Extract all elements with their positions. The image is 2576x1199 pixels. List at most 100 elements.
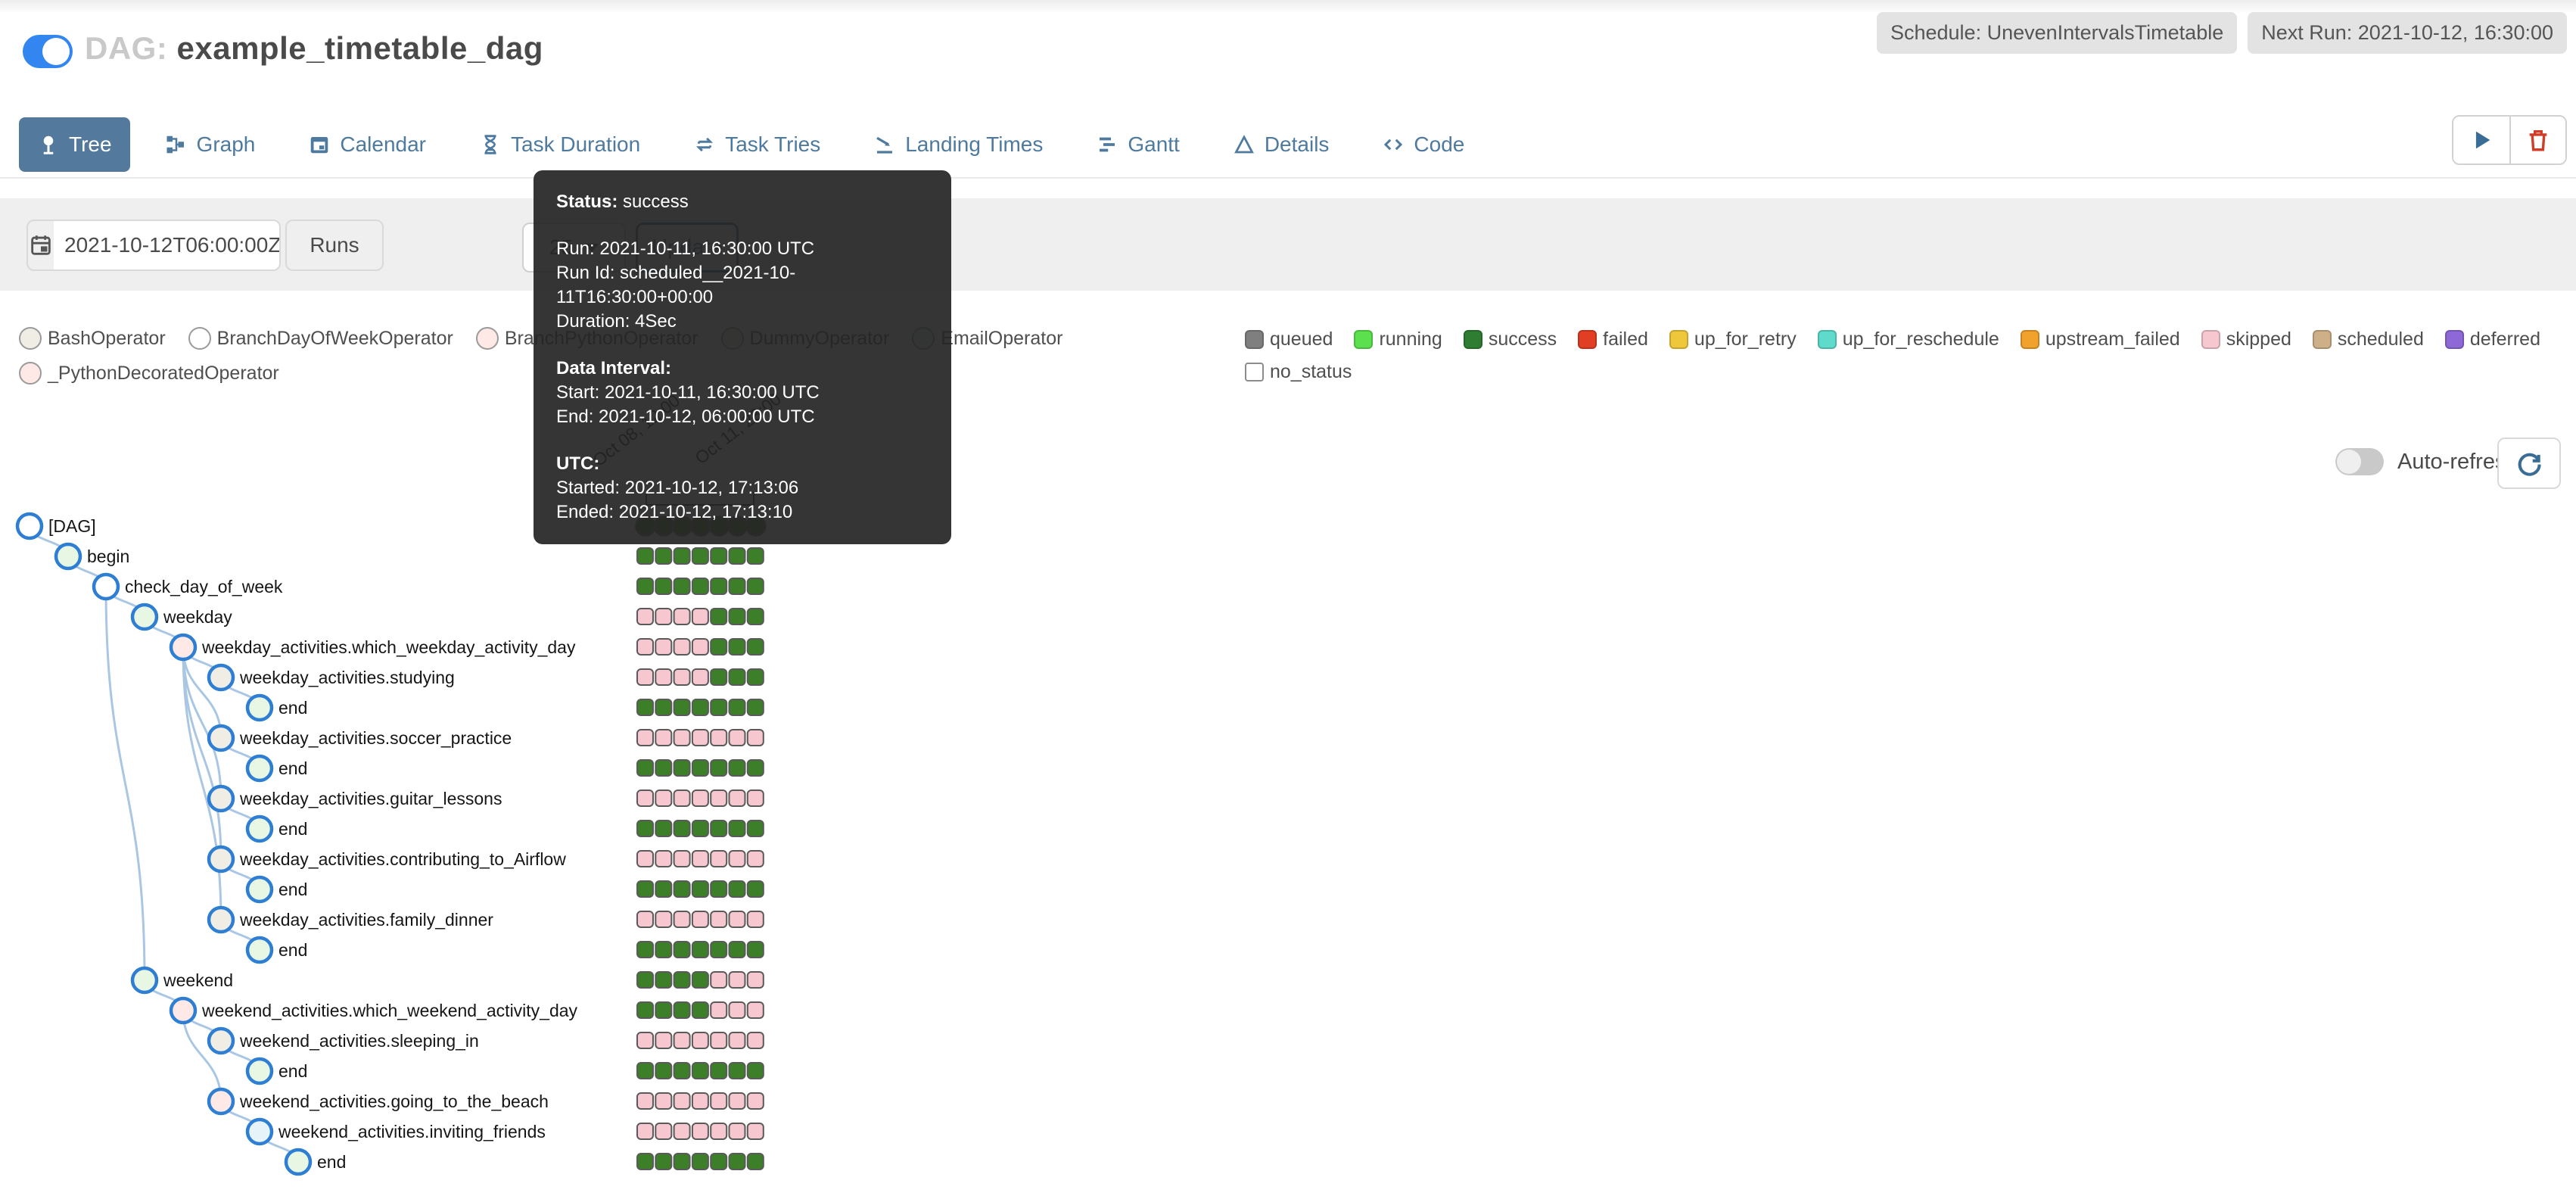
tab-tree[interactable]: Tree [19, 117, 130, 172]
tab-task-duration[interactable]: Task Duration [461, 117, 658, 172]
task-instance-square[interactable] [746, 1123, 764, 1140]
task-instance-square[interactable] [673, 971, 691, 989]
task-instance-square[interactable] [655, 1123, 673, 1140]
task-node-circle[interactable] [245, 754, 274, 783]
task-instance-square[interactable] [673, 608, 691, 625]
task-instance-square[interactable] [746, 1032, 764, 1049]
task-instance-square[interactable] [673, 699, 691, 716]
task-instance-square[interactable] [691, 1092, 709, 1110]
task-instance-square[interactable] [746, 880, 764, 898]
tab-calendar[interactable]: Calendar [290, 117, 444, 172]
task-instance-square[interactable] [655, 1001, 673, 1019]
task-instance-square[interactable] [691, 820, 709, 837]
task-instance-square[interactable] [636, 578, 654, 595]
task-node-circle[interactable] [92, 572, 120, 601]
task-instance-square[interactable] [710, 880, 728, 898]
task-label[interactable]: weekend [163, 970, 233, 990]
task-instance-square[interactable] [673, 1153, 691, 1170]
task-instance-square[interactable] [746, 608, 764, 625]
task-label[interactable]: weekday_activities.studying [239, 668, 455, 687]
task-instance-square[interactable] [710, 1001, 728, 1019]
task-instance-square[interactable] [710, 578, 728, 595]
task-node-circle[interactable] [245, 814, 274, 843]
task-instance-square[interactable] [673, 880, 691, 898]
task-label[interactable]: begin [87, 547, 129, 566]
task-instance-square[interactable] [655, 941, 673, 958]
task-instance-square[interactable] [673, 759, 691, 777]
task-label[interactable]: weekend_activities.going_to_the_beach [239, 1092, 549, 1111]
task-instance-square[interactable] [728, 1123, 746, 1140]
task-label[interactable]: weekday_activities.soccer_practice [239, 728, 512, 748]
calendar-icon[interactable] [28, 232, 54, 258]
tab-gantt[interactable]: Gantt [1078, 117, 1197, 172]
tab-graph[interactable]: Graph [147, 117, 274, 172]
task-node-circle[interactable] [207, 1087, 235, 1116]
task-instance-square[interactable] [691, 1001, 709, 1019]
task-label[interactable]: end [278, 880, 307, 899]
task-instance-square[interactable] [746, 1153, 764, 1170]
task-instance-square[interactable] [691, 608, 709, 625]
task-instance-square[interactable] [691, 789, 709, 807]
task-label[interactable]: end [278, 758, 307, 778]
task-node-circle[interactable] [207, 1026, 235, 1055]
task-instance-square[interactable] [673, 668, 691, 686]
task-instance-square[interactable] [746, 1001, 764, 1019]
task-instance-square[interactable] [728, 1062, 746, 1079]
task-label[interactable]: end [278, 1061, 307, 1081]
task-instance-square[interactable] [636, 820, 654, 837]
task-label[interactable]: [DAG] [48, 516, 96, 536]
task-instance-square[interactable] [636, 1153, 654, 1170]
task-node-circle[interactable] [245, 1057, 274, 1085]
task-instance-square[interactable] [710, 668, 728, 686]
task-instance-square[interactable] [655, 789, 673, 807]
task-instance-square[interactable] [728, 578, 746, 595]
task-instance-square[interactable] [728, 547, 746, 565]
task-instance-square[interactable] [673, 547, 691, 565]
task-instance-square[interactable] [728, 1032, 746, 1049]
task-instance-square[interactable] [728, 638, 746, 656]
task-instance-square[interactable] [673, 1092, 691, 1110]
task-instance-square[interactable] [655, 759, 673, 777]
task-node-circle[interactable] [284, 1148, 313, 1176]
task-instance-square[interactable] [655, 699, 673, 716]
task-instance-square[interactable] [746, 759, 764, 777]
task-instance-square[interactable] [691, 578, 709, 595]
task-instance-square[interactable] [673, 1123, 691, 1140]
task-instance-square[interactable] [636, 547, 654, 565]
task-instance-square[interactable] [636, 1001, 654, 1019]
task-instance-square[interactable] [728, 789, 746, 807]
task-instance-square[interactable] [673, 578, 691, 595]
task-instance-square[interactable] [673, 1001, 691, 1019]
task-instance-square[interactable] [655, 911, 673, 928]
task-node-circle[interactable] [207, 724, 235, 752]
task-instance-square[interactable] [636, 759, 654, 777]
runs-select[interactable]: Runs [285, 220, 384, 271]
task-instance-square[interactable] [710, 789, 728, 807]
task-instance-square[interactable] [710, 941, 728, 958]
task-instance-square[interactable] [691, 1123, 709, 1140]
task-node-circle[interactable] [207, 845, 235, 874]
auto-refresh-toggle[interactable] [2335, 448, 2384, 475]
task-instance-square[interactable] [710, 1032, 728, 1049]
task-instance-square[interactable] [655, 547, 673, 565]
task-instance-square[interactable] [636, 789, 654, 807]
task-instance-square[interactable] [655, 1153, 673, 1170]
task-instance-square[interactable] [655, 578, 673, 595]
task-instance-square[interactable] [728, 850, 746, 867]
dag-pause-toggle[interactable] [23, 35, 73, 68]
task-instance-square[interactable] [673, 850, 691, 867]
task-instance-square[interactable] [710, 1092, 728, 1110]
delete-dag-button[interactable] [2509, 117, 2565, 164]
task-instance-square[interactable] [710, 850, 728, 867]
task-instance-square[interactable] [691, 1032, 709, 1049]
task-label[interactable]: weekday [163, 607, 232, 627]
task-instance-square[interactable] [673, 911, 691, 928]
task-instance-square[interactable] [636, 638, 654, 656]
task-instance-square[interactable] [728, 699, 746, 716]
task-instance-square[interactable] [691, 729, 709, 746]
task-label[interactable]: weekday_activities.family_dinner [239, 910, 493, 930]
task-instance-square[interactable] [636, 911, 654, 928]
task-instance-square[interactable] [710, 729, 728, 746]
task-instance-square[interactable] [673, 941, 691, 958]
task-instance-square[interactable] [636, 1062, 654, 1079]
